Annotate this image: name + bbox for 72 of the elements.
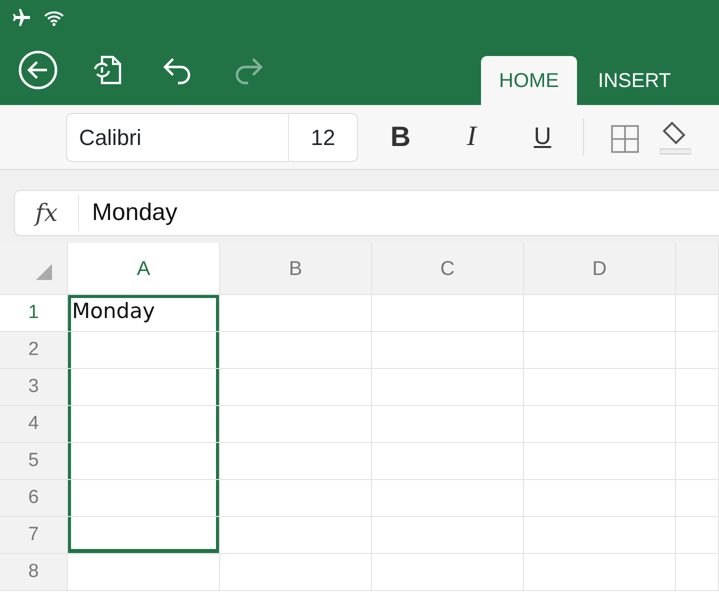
select-all-icon[interactable]: [36, 264, 52, 280]
font-size: 12: [310, 124, 336, 152]
row-header[interactable]: 5: [0, 443, 68, 480]
wifi-icon: [44, 10, 64, 26]
table-cell[interactable]: [220, 332, 372, 369]
table-cell[interactable]: [68, 332, 220, 369]
table-cell[interactable]: [676, 295, 719, 332]
underline-button[interactable]: U: [507, 112, 578, 162]
table-cell[interactable]: [676, 443, 719, 480]
sync-document-icon: [92, 53, 124, 87]
column-header[interactable]: B: [220, 243, 372, 295]
table-cell[interactable]: [372, 332, 524, 369]
table-cell[interactable]: [524, 406, 676, 443]
formula-value: Monday: [91, 198, 178, 228]
table-cell[interactable]: [676, 332, 719, 369]
column-header[interactable]: C: [372, 243, 524, 295]
table-cell[interactable]: [68, 369, 220, 406]
table-cell[interactable]: [372, 369, 524, 406]
table-cell[interactable]: [220, 406, 372, 443]
table-cell[interactable]: [220, 480, 372, 517]
table-cell[interactable]: [524, 332, 676, 369]
table-cell[interactable]: Monday: [68, 295, 220, 332]
row-header[interactable]: 4: [0, 406, 68, 443]
table-cell[interactable]: [68, 443, 220, 480]
table-cell[interactable]: [220, 443, 372, 480]
row-header[interactable]: 2: [0, 332, 68, 369]
table-cell[interactable]: [524, 295, 676, 332]
column-header[interactable]: [676, 243, 719, 295]
table-cell[interactable]: [220, 295, 372, 332]
bold-button[interactable]: B: [365, 112, 436, 162]
table-cell[interactable]: [372, 554, 524, 591]
table-cell[interactable]: [524, 554, 676, 591]
ribbon-tab[interactable]: HOME: [481, 56, 578, 105]
row-header[interactable]: 1: [0, 295, 68, 332]
formula-bar[interactable]: fx Monday: [14, 190, 719, 236]
table-cell[interactable]: [524, 369, 676, 406]
table-cell[interactable]: [372, 406, 524, 443]
ribbon-tab[interactable]: INSERT: [580, 56, 689, 105]
table-cell[interactable]: [372, 295, 524, 332]
table-cell[interactable]: [372, 517, 524, 554]
italic-button[interactable]: I: [436, 112, 507, 162]
table-cell[interactable]: [372, 443, 524, 480]
font-picker[interactable]: Calibri 12: [66, 112, 358, 162]
table-cell[interactable]: [68, 480, 220, 517]
column-header[interactable]: D: [524, 243, 676, 295]
row-header[interactable]: 8: [0, 554, 68, 591]
paint-bucket-icon: [660, 119, 691, 155]
back-button[interactable]: [16, 48, 60, 92]
table-cell[interactable]: [676, 517, 719, 554]
table-cell[interactable]: [676, 369, 719, 406]
table-cell[interactable]: [220, 369, 372, 406]
table-cell[interactable]: [676, 406, 719, 443]
table-cell[interactable]: [68, 406, 220, 443]
font-name: Calibri: [67, 114, 289, 160]
borders-icon: [610, 124, 638, 153]
table-cell[interactable]: [372, 480, 524, 517]
table-cell[interactable]: [68, 517, 220, 554]
back-icon: [18, 50, 58, 90]
column-header[interactable]: A: [68, 243, 220, 295]
table-cell[interactable]: [220, 517, 372, 554]
table-cell[interactable]: [524, 443, 676, 480]
table-cell[interactable]: [676, 480, 719, 517]
table-cell[interactable]: [68, 554, 220, 591]
table-cell[interactable]: [524, 480, 676, 517]
row-header[interactable]: 6: [0, 480, 68, 517]
table-cell[interactable]: [524, 517, 676, 554]
table-cell[interactable]: [220, 554, 372, 591]
row-header[interactable]: 3: [0, 369, 68, 406]
table-cell[interactable]: [676, 554, 719, 591]
row-header[interactable]: 7: [0, 517, 68, 554]
function-label: fx: [15, 195, 79, 231]
airplane-icon: [10, 8, 30, 26]
